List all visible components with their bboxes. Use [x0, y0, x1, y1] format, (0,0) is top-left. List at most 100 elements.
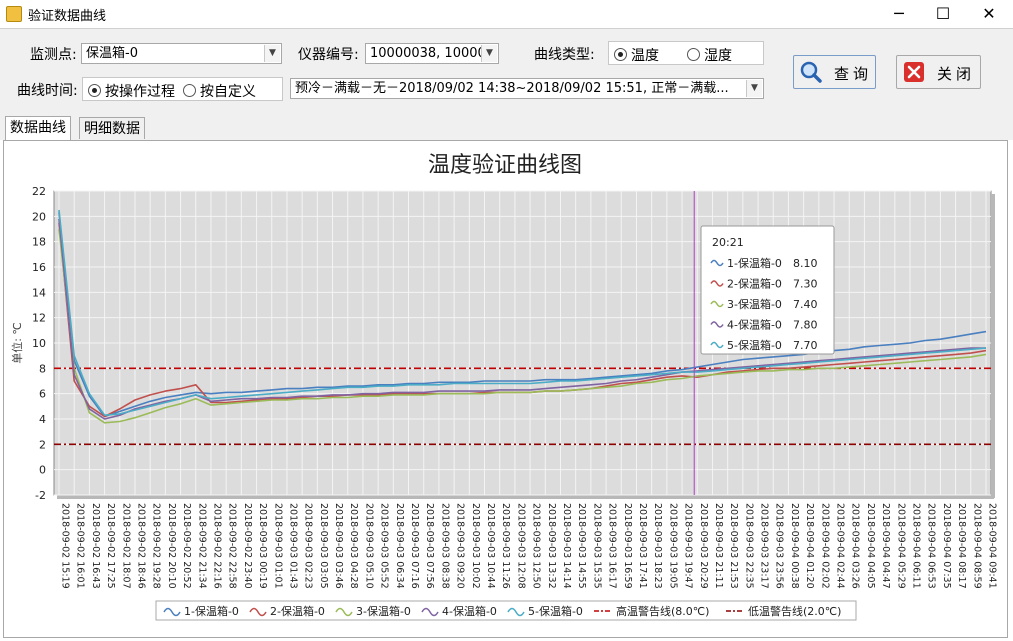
y-tick-label: -2 [35, 489, 46, 502]
x-tick-label: 2018-09-03 11:26 [500, 503, 511, 589]
x-tick-label: 2018-09-04 08:59 [971, 503, 982, 589]
x-tick-label: 2018-09-02 22:58 [227, 503, 238, 589]
chevron-down-icon[interactable]: ▼ [481, 45, 497, 62]
close-icon [904, 62, 924, 82]
maximize-button[interactable]: ☐ [920, 0, 966, 28]
x-tick-label: 2018-09-03 21:53 [728, 503, 739, 589]
x-tick-label: 2018-09-04 04:05 [865, 503, 876, 589]
curve-time-label: 曲线时间: [17, 83, 78, 99]
x-tick-label: 2018-09-04 07:35 [941, 503, 952, 589]
radio-temperature[interactable]: 温度 [614, 45, 659, 65]
x-tick-label: 2018-09-03 00:19 [257, 503, 268, 589]
y-tick-label: 8 [39, 362, 46, 375]
x-tick-label: 2018-09-03 18:23 [652, 503, 663, 589]
legend-label: 3-保温箱-0 [356, 604, 411, 618]
tooltip-entry-value: 7.40 [793, 298, 818, 311]
radio-custom[interactable]: 按自定义 [183, 81, 256, 101]
x-tick-label: 2018-09-03 05:52 [379, 503, 390, 589]
chart-title: 温度验证曲线图 [428, 153, 582, 178]
x-tick-label: 2018-09-03 14:14 [561, 503, 572, 589]
x-tick-label: 2018-09-02 20:10 [166, 503, 177, 589]
close-window-button[interactable]: ✕ [966, 0, 1012, 28]
tab-detail-data[interactable]: 明细数据 [79, 117, 145, 139]
curve-type-group: 温度 湿度 [608, 41, 764, 65]
x-tick-label: 2018-09-02 15:19 [60, 503, 71, 589]
query-label: 查询 [834, 65, 873, 83]
x-tick-label: 2018-09-02 23:40 [242, 503, 253, 589]
instrument-select[interactable]: 10000038, 10000... ▼ [365, 43, 499, 64]
y-tick-label: 10 [32, 337, 46, 350]
radio-humidity-label: 湿度 [704, 48, 732, 64]
chart-panel: 温度验证曲线图 2018-09-02 15:19 2018-09-02 16:01 2… [3, 140, 1008, 638]
query-toolbar: 监测点: 保温箱-0 ▼ 仪器编号: 10000038, 10000... ▼ … [0, 28, 1013, 117]
x-tick-label: 2018-09-02 17:25 [105, 503, 116, 589]
y-tick-label: 22 [32, 185, 46, 198]
x-tick-label: 2018-09-03 03:46 [333, 503, 344, 589]
curve-type-label: 曲线类型: [534, 47, 595, 63]
instrument-label: 仪器编号: [298, 47, 359, 63]
legend-label: 5-保温箱-0 [528, 604, 583, 618]
tooltip-entry-name: 3-保温箱-0 [727, 297, 782, 311]
y-tick-label: 12 [32, 312, 46, 325]
x-tick-label: 2018-09-04 08:17 [956, 503, 967, 589]
y-tick-label: 4 [39, 413, 46, 426]
chevron-down-icon[interactable]: ▼ [746, 80, 762, 97]
y-tick-label: 16 [32, 261, 46, 274]
query-button[interactable]: 查询 [793, 55, 876, 89]
x-tick-label: 2018-09-04 06:53 [926, 503, 937, 589]
process-value: 预冷－满载－无－2018/09/02 14:38~2018/09/02 15:5… [295, 81, 729, 96]
tab-data-curve[interactable]: 数据曲线 [5, 116, 71, 140]
y-tick-label: 20 [32, 210, 46, 223]
y-tick-label: 0 [39, 464, 46, 477]
x-tick-label: 2018-09-03 20:29 [698, 503, 709, 589]
tooltip-entry-value: 7.80 [793, 319, 818, 332]
close-label: 关闭 [937, 65, 976, 83]
legend-label: 低温警告线(2.0℃) [748, 604, 841, 618]
tooltip-entry-value: 7.30 [793, 278, 818, 291]
x-tick-label: 2018-09-04 03:26 [850, 503, 861, 589]
y-tick-label: 2 [39, 438, 46, 451]
x-tick-label: 2018-09-02 16:43 [90, 503, 101, 589]
x-tick-label: 2018-09-03 14:55 [576, 503, 587, 589]
x-tick-label: 2018-09-04 06:11 [911, 503, 922, 589]
x-tick-label: 2018-09-02 19:28 [151, 503, 162, 589]
x-tick-label: 2018-09-04 04:47 [880, 503, 891, 589]
plot-shadow [57, 495, 994, 499]
radio-temperature-label: 温度 [631, 48, 659, 64]
x-tick-label: 2018-09-04 02:44 [835, 503, 846, 589]
monitor-select[interactable]: 保温箱-0 ▼ [81, 43, 282, 64]
x-tick-label: 2018-09-03 07:56 [424, 503, 435, 589]
process-select[interactable]: 预冷－满载－无－2018/09/02 14:38~2018/09/02 15:5… [290, 78, 764, 99]
radio-humidity[interactable]: 湿度 [687, 45, 732, 65]
tooltip-entry-name: 4-保温箱-0 [727, 318, 782, 332]
x-tick-label: 2018-09-03 13:32 [546, 503, 557, 589]
x-tick-label: 2018-09-03 05:10 [363, 503, 374, 589]
x-tick-label: 2018-09-03 10:44 [485, 503, 496, 589]
temperature-chart[interactable]: 温度验证曲线图 2018-09-02 15:19 2018-09-02 16:01 2… [4, 141, 1007, 637]
tab-strip: 数据曲线 明细数据 [0, 116, 1013, 140]
x-tick-label: 2018-09-02 18:07 [120, 503, 131, 589]
app-icon [6, 6, 22, 22]
radio-by-process-label: 按操作过程 [105, 84, 175, 100]
x-tick-label: 2018-09-03 06:34 [394, 503, 405, 589]
x-tick-label: 2018-09-02 20:52 [181, 503, 192, 589]
legend-label: 2-保温箱-0 [270, 604, 325, 618]
tooltip-entry-name: 1-保温箱-0 [727, 256, 782, 270]
minimize-button[interactable]: ─ [876, 0, 922, 28]
magnifier-icon [800, 61, 822, 83]
tooltip-entry-value: 7.70 [793, 339, 818, 352]
y-tick-label: 6 [39, 388, 46, 401]
radio-by-process[interactable]: 按操作过程 [88, 81, 175, 101]
close-button[interactable]: 关闭 [896, 55, 981, 89]
x-tick-label: 2018-09-03 22:35 [743, 503, 754, 589]
chevron-down-icon[interactable]: ▼ [264, 45, 280, 62]
window-title: 验证数据曲线 [28, 9, 107, 24]
legend-label: 高温警告线(8.0℃) [616, 604, 709, 618]
x-tick-label: 2018-09-02 16:01 [75, 503, 86, 589]
monitor-label: 监测点: [30, 47, 77, 63]
x-tick-label: 2018-09-04 05:29 [895, 503, 906, 589]
x-tick-label: 2018-09-03 16:17 [607, 503, 618, 589]
x-tick-label: 2018-09-04 00:38 [789, 503, 800, 589]
x-tick-label: 2018-09-02 18:46 [135, 503, 146, 589]
radio-custom-label: 按自定义 [200, 84, 256, 100]
